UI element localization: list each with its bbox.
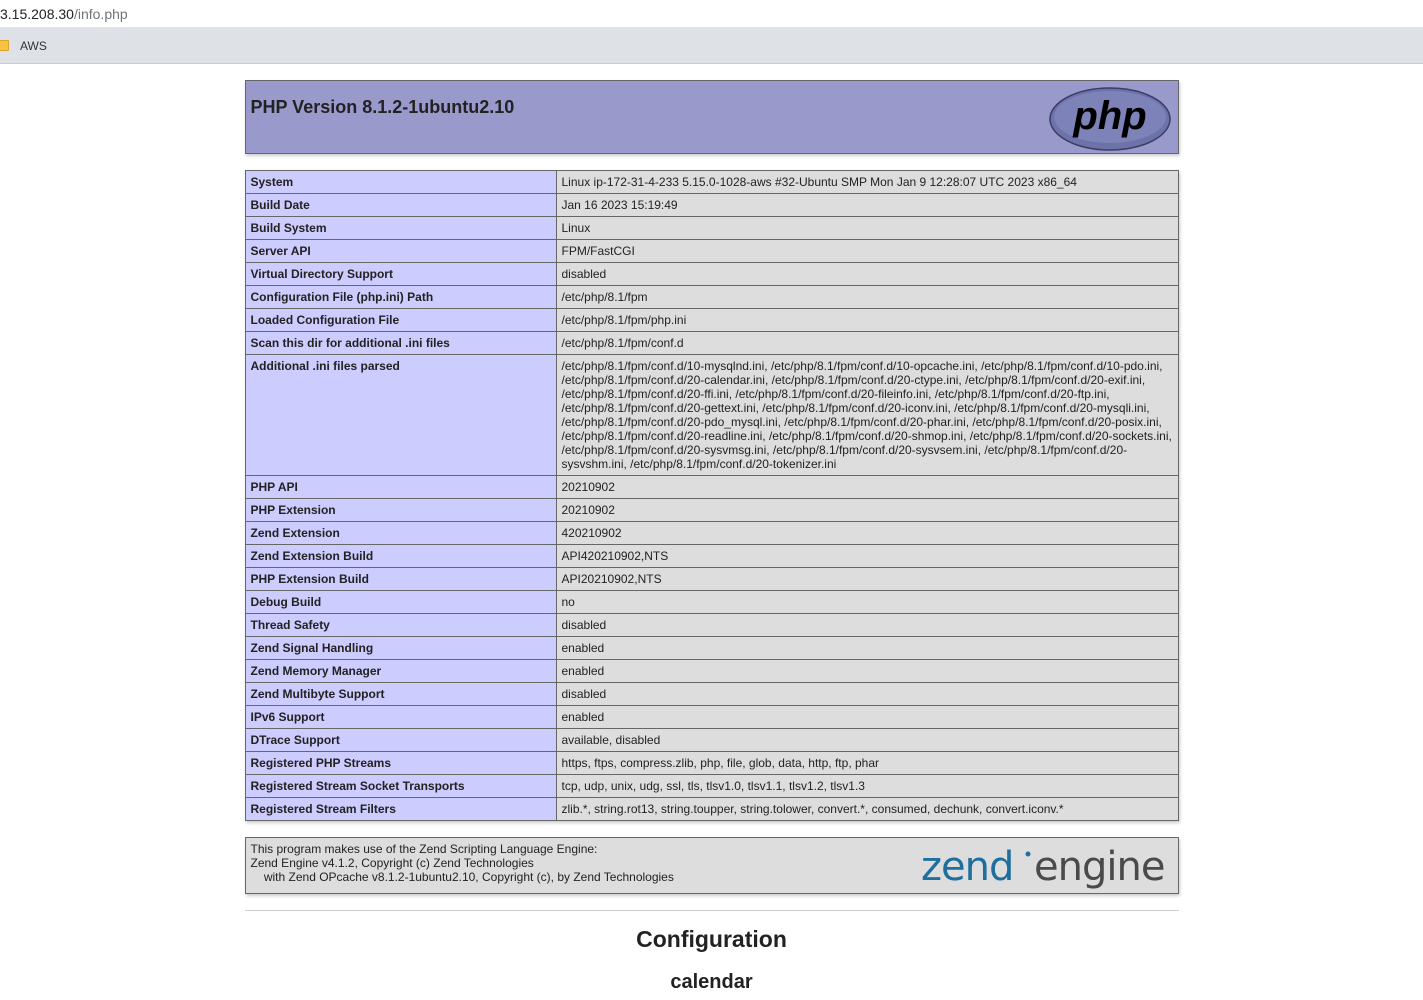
php-logo-link[interactable]: php: [1048, 87, 1171, 156]
info-value: API20210902,NTS: [555, 567, 1179, 591]
info-key: Registered Stream Filters: [244, 797, 557, 821]
phpinfo-container: PHP Version 8.1.2-1ubuntu2.10 php System…: [244, 80, 1179, 994]
php-version-header: PHP Version 8.1.2-1ubuntu2.10 php: [244, 80, 1179, 156]
info-value: available, disabled: [555, 728, 1179, 752]
info-key: Scan this dir for additional .ini files: [244, 331, 557, 355]
info-key: Zend Extension Build: [244, 544, 557, 568]
info-key: Additional .ini files parsed: [244, 354, 557, 476]
table-row: Build System Linux: [244, 216, 1179, 240]
table-row: Zend Multibyte Support disabled: [244, 682, 1179, 706]
folder-icon: [0, 40, 9, 51]
address-bar[interactable]: 3.15.208.30/info.php: [0, 0, 1423, 28]
zend-line-3: with Zend OPcache v8.1.2-1ubuntu2.10, Co…: [250, 870, 674, 884]
table-row: DTrace Support available, disabled: [244, 728, 1179, 752]
info-value: enabled: [555, 705, 1179, 729]
info-key: DTrace Support: [244, 728, 557, 752]
info-key: Zend Memory Manager: [244, 659, 557, 683]
info-value: no: [555, 590, 1179, 614]
info-value: Linux: [555, 216, 1179, 240]
info-key: PHP API: [244, 475, 557, 499]
info-key: Registered PHP Streams: [244, 751, 557, 775]
table-row: Zend Signal Handling enabled: [244, 636, 1179, 660]
info-value: FPM/FastCGI: [555, 239, 1179, 263]
info-key: Debug Build: [244, 590, 557, 614]
info-key: PHP Extension Build: [244, 567, 557, 591]
table-row: PHP Extension 20210902: [244, 498, 1179, 522]
info-value: 20210902: [555, 475, 1179, 499]
table-row: Zend Extension Build API420210902,NTS: [244, 544, 1179, 568]
zend-logo-link[interactable]: zend engine: [921, 844, 1173, 895]
zend-logo-word2: engine: [1034, 844, 1164, 890]
table-row: Configuration File (php.ini) Path/etc/ph…: [244, 285, 1179, 309]
bookmarks-bar: AWS: [0, 28, 1423, 64]
info-value: 420210902: [555, 521, 1179, 545]
info-key: Virtual Directory Support: [244, 262, 557, 286]
info-key: Server API: [244, 239, 557, 263]
info-value: /etc/php/8.1/fpm: [555, 285, 1179, 309]
info-value: disabled: [555, 262, 1179, 286]
info-value: /etc/php/8.1/fpm/conf.d/10-mysqlnd.ini, …: [555, 354, 1179, 476]
table-row: Zend Memory Manager enabled: [244, 659, 1179, 683]
info-key: Build Date: [244, 193, 557, 217]
table-row: Registered PHP Streams https, ftps, compr…: [244, 751, 1179, 775]
table-row: Build Date Jan 16 2023 15:19:49: [244, 193, 1179, 217]
info-value: enabled: [555, 636, 1179, 660]
php-logo-text: php: [1072, 94, 1146, 138]
info-key: Zend Extension: [244, 521, 557, 545]
info-key: Zend Signal Handling: [244, 636, 557, 660]
table-row: Loaded Configuration File/etc/php/8.1/fp…: [244, 308, 1179, 332]
table-row: IPv6 Support enabled: [244, 705, 1179, 729]
system-info-table: System Linux ip-172-31-4-233 5.15.0-1028-…: [244, 170, 1179, 821]
configuration-heading: Configuration: [636, 926, 787, 952]
table-row: System Linux ip-172-31-4-233 5.15.0-1028-…: [244, 170, 1179, 194]
info-value: https, ftps, compress.zlib, php, file, g…: [555, 751, 1179, 775]
url-host: 3.15.208.30: [0, 5, 74, 22]
info-value: tcp, udp, unix, udg, ssl, tls, tlsv1.0, …: [555, 774, 1179, 798]
info-key: Build System: [244, 216, 557, 240]
info-key: System: [244, 170, 557, 194]
info-value: 20210902: [555, 498, 1179, 522]
zend-credits: This program makes use of the Zend Scrip…: [251, 842, 674, 884]
info-value: API420210902,NTS: [555, 544, 1179, 568]
php-logo-icon: php: [1048, 87, 1171, 151]
table-row: PHP API 20210902: [244, 475, 1179, 499]
zend-line-1: This program makes use of the Zend Scrip…: [250, 842, 598, 856]
info-value: disabled: [555, 682, 1179, 706]
info-key: PHP Extension: [244, 498, 557, 522]
page-title: PHP Version 8.1.2-1ubuntu2.10: [250, 97, 515, 117]
url-path: /info.php: [73, 5, 128, 22]
info-value: enabled: [555, 659, 1179, 683]
zend-engine-logo-icon: zend engine: [921, 844, 1165, 890]
info-value: /etc/php/8.1/fpm/php.ini: [555, 308, 1179, 332]
table-row: Registered Stream Filters zlib.*, string.…: [244, 797, 1179, 821]
info-value: Jan 16 2023 15:19:49: [555, 193, 1179, 217]
zend-logo-word1: zend: [921, 844, 1013, 890]
bookmark-aws[interactable]: AWS: [20, 39, 47, 53]
info-key: Thread Safety: [244, 613, 557, 637]
info-value: /etc/php/8.1/fpm/conf.d: [555, 331, 1179, 355]
table-row: Scan this dir for additional .ini files /…: [244, 331, 1179, 355]
info-key: Registered Stream Socket Transports: [244, 774, 557, 798]
section-divider: [244, 910, 1179, 911]
table-row: Thread Safety disabled: [244, 613, 1179, 637]
info-key: Configuration File (php.ini) Path: [244, 285, 557, 309]
module-heading-calendar[interactable]: calendar: [245, 971, 1179, 994]
info-value: disabled: [555, 613, 1179, 637]
zend-engine-box: This program makes use of the Zend Scrip…: [244, 837, 1179, 895]
info-value: Linux ip-172-31-4-233 5.15.0-1028-aws #3…: [555, 170, 1179, 194]
info-key: Zend Multibyte Support: [244, 682, 557, 706]
table-row: Server API FPM/FastCGI: [244, 239, 1179, 263]
table-row: Debug Build no: [244, 590, 1179, 614]
zend-line-2: Zend Engine v4.1.2, Copyright (c) Zend T…: [250, 856, 534, 870]
table-row: PHP Extension Build API20210902,NTS: [244, 567, 1179, 591]
table-row: Zend Extension 420210902: [244, 521, 1179, 545]
table-row: Virtual Directory Support disabled: [244, 262, 1179, 286]
info-key: Loaded Configuration File: [244, 308, 557, 332]
table-row: Additional .ini files parsed/etc/php/8.1…: [244, 354, 1179, 476]
table-row: Registered Stream Socket Transports tcp, …: [244, 774, 1179, 798]
info-key: IPv6 Support: [244, 705, 557, 729]
info-value: zlib.*, string.rot13, string.toupper, st…: [555, 797, 1179, 821]
